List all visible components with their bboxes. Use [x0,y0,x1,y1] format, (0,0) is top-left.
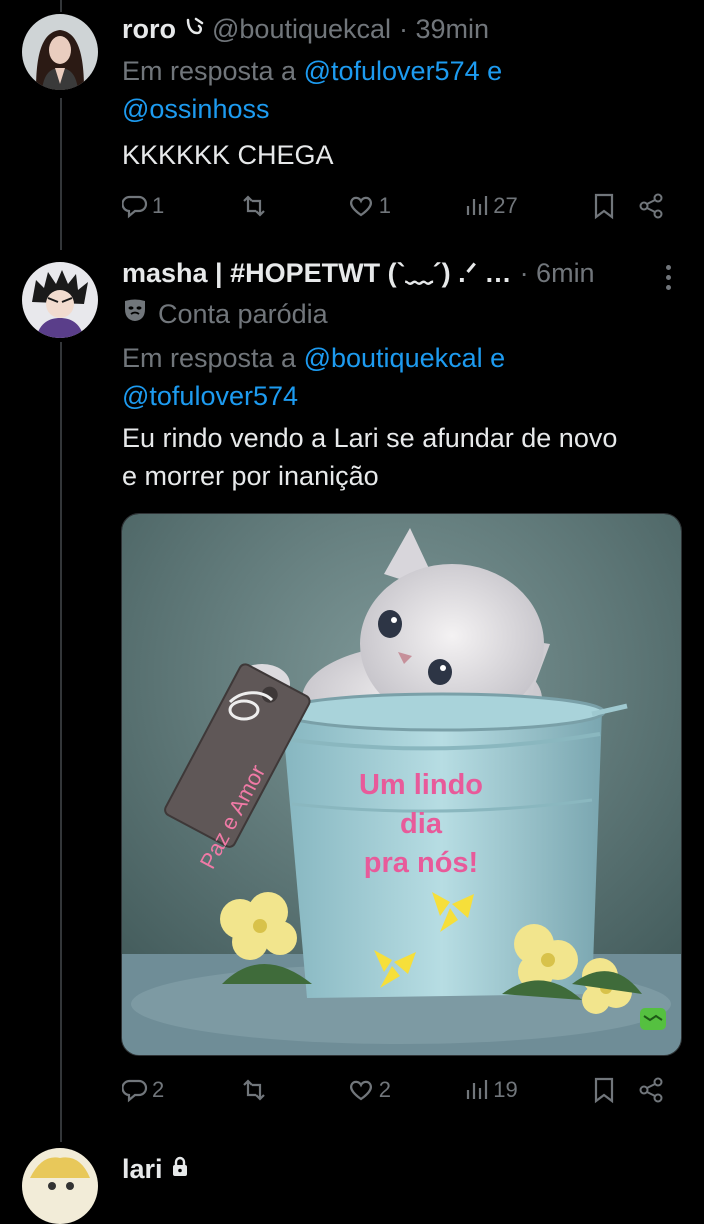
heart-icon [347,1077,375,1103]
action-bar: 1 1 27 [122,191,664,221]
retweet-button[interactable] [239,1075,273,1105]
reply-icon [122,1077,148,1103]
parody-label: Conta paródia [158,299,328,329]
timestamp[interactable]: · 6min [520,256,595,290]
reply-and: e [487,56,503,86]
tweet-lari[interactable]: lari [122,1152,676,1186]
heart-icon [347,193,375,219]
bookmark-button[interactable] [592,191,664,221]
bucket-caption-line: dia [400,808,442,840]
thread-line [60,342,62,1142]
retweet-button[interactable] [239,191,273,221]
display-name[interactable]: roro [122,12,176,46]
mention-link[interactable]: @tofulover574 [122,381,298,411]
reply-button[interactable]: 2 [122,1075,164,1105]
views-button[interactable]: 19 [465,1075,518,1105]
reply-prefix: Em resposta a [122,56,297,86]
views-button[interactable]: 27 [465,191,518,221]
views-count: 27 [493,193,518,218]
tweet-text-line: e morrer por inanição [122,461,379,491]
like-button[interactable]: 2 [347,1075,391,1105]
reply-count: 2 [152,1077,165,1102]
tweet-roro[interactable]: roro @boutiquekcal · 39min Em resposta a… [122,12,676,174]
tweet-text: Eu rindo vendo a Lari se afundar de novo… [122,419,644,495]
tweet-text-line: Eu rindo vendo a Lari se afundar de novo [122,423,618,453]
thread-line [60,0,62,12]
reply-and: e [490,343,506,373]
share-icon[interactable] [638,1077,664,1103]
tweet-masha[interactable]: masha | #HOPETWT (`﹏´) .ᐟ … · 6min Conta… [122,256,644,495]
retweet-icon [239,1077,269,1103]
mention-link[interactable]: @tofulover574 [304,56,480,86]
reply-count: 1 [152,193,165,218]
like-count: 2 [378,1077,391,1102]
hook-emoji-icon [184,12,204,46]
handle[interactable]: @boutiquekcal [212,12,391,46]
reply-context: Em resposta a @boutiquekcal e @tofulover… [122,339,644,415]
like-count: 1 [378,193,391,218]
bucket-caption-line: pra nós! [363,847,479,879]
reply-icon [122,193,148,219]
bookmark-icon [592,192,616,220]
reply-button[interactable]: 1 [122,191,164,221]
parody-badge: Conta paródia [122,297,644,331]
mask-icon [122,297,148,331]
tweet-header: masha | #HOPETWT (`﹏´) .ᐟ … · 6min [122,256,644,290]
bookmark-icon [592,1076,616,1104]
retweet-icon [239,193,269,219]
reply-context: Em resposta a @tofulover574 e @ossinhoss [122,52,676,128]
display-name[interactable]: lari [122,1152,163,1186]
tweet-header: roro @boutiquekcal · 39min [122,12,676,46]
avatar-lari[interactable] [22,1148,98,1224]
views-chart-icon [465,193,489,219]
reply-prefix: Em resposta a [122,343,297,373]
share-icon[interactable] [638,193,664,219]
tweet-header: lari [122,1152,676,1186]
action-bar: 2 2 19 [122,1075,664,1105]
tweet-media-image[interactable]: Um lindo dia pra nós! Paz e Amor [121,513,682,1056]
timestamp[interactable]: · 39min [399,12,489,46]
mention-link[interactable]: @boutiquekcal [304,343,483,373]
display-name[interactable]: masha | #HOPETWT (`﹏´) .ᐟ … [122,256,512,290]
avatar-roro[interactable] [22,14,98,90]
bookmark-button[interactable] [592,1075,664,1105]
lock-icon [171,1152,189,1186]
bucket-caption: Um lindo dia pra nós! [346,766,496,883]
views-chart-icon [465,1077,489,1103]
like-button[interactable]: 1 [347,191,391,221]
avatar-masha[interactable] [22,262,98,338]
mention-link[interactable]: @ossinhoss [122,94,269,124]
bucket-caption-line: Um lindo [358,769,484,801]
views-count: 19 [493,1077,518,1102]
tweet-text: KKKKKK CHEGA [122,140,334,170]
more-options-icon[interactable] [666,262,674,292]
thread-line [60,98,62,250]
